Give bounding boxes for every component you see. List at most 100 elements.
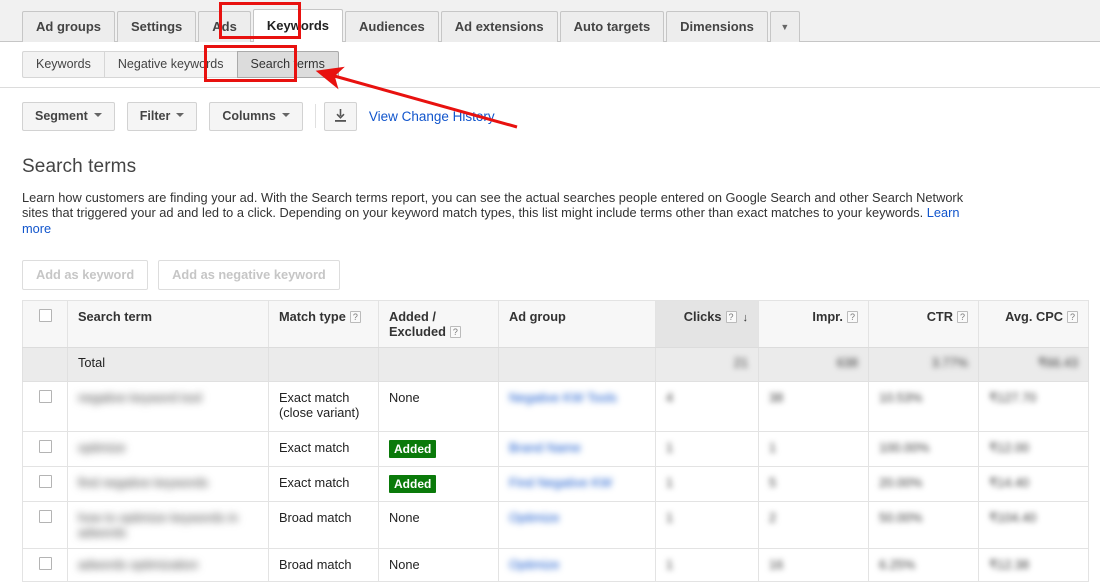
search-term-value: optimize bbox=[78, 440, 126, 456]
cell-impr: 16 bbox=[758, 548, 869, 582]
tab-dimensions[interactable]: Dimensions bbox=[666, 11, 768, 42]
total-clicks-value: 21 bbox=[733, 355, 748, 371]
row-checkbox[interactable] bbox=[38, 510, 52, 524]
tab-settings[interactable]: Settings bbox=[117, 11, 197, 42]
total-ad-group-cell bbox=[498, 347, 656, 383]
column-header-ctr[interactable]: CTR? bbox=[868, 300, 979, 349]
subtab-keywords[interactable]: Keywords bbox=[22, 51, 104, 78]
column-header-clicks[interactable]: Clicks? ↓ bbox=[655, 300, 759, 349]
columns-button[interactable]: Columns bbox=[209, 101, 303, 131]
subtab-negative-keywords[interactable]: Negative keywords bbox=[103, 51, 237, 78]
column-header-avg-cpc[interactable]: Avg. CPC? bbox=[978, 300, 1089, 349]
table-total-row: Total 21 638 3.77% ₹66.43 bbox=[22, 347, 1089, 383]
status-badge: Added bbox=[389, 475, 437, 494]
download-button[interactable] bbox=[323, 101, 357, 131]
column-header-match-type[interactable]: Match type? bbox=[268, 300, 379, 349]
add-as-negative-keyword-button[interactable]: Add as negative keyword bbox=[158, 260, 340, 291]
search-terms-table-wrap: Search term Match type? Added / Excluded… bbox=[0, 300, 1100, 582]
page-description: Learn how customers are finding your ad.… bbox=[0, 178, 1012, 236]
help-icon[interactable]: ? bbox=[1067, 311, 1078, 324]
impr-value: 1 bbox=[769, 440, 777, 456]
chevron-down-icon bbox=[93, 113, 102, 118]
table-action-bar: Add as keyword Add as negative keyword bbox=[0, 236, 1100, 300]
help-icon[interactable]: ? bbox=[725, 311, 737, 324]
ad-group-link[interactable]: Brand Name bbox=[509, 440, 581, 455]
segment-button[interactable]: Segment bbox=[22, 101, 115, 131]
cell-ctr: 20.00% bbox=[868, 466, 979, 503]
cell-ad-group: Negative KW Tools bbox=[498, 381, 656, 433]
row-checkbox[interactable] bbox=[38, 557, 52, 571]
column-header-added-excluded[interactable]: Added / Excluded? bbox=[378, 300, 499, 349]
cell-avg-cpc: ₹104.40 bbox=[978, 501, 1089, 550]
column-label: CTR bbox=[926, 309, 953, 325]
clicks-value: 1 bbox=[666, 440, 674, 456]
ad-group-link[interactable]: Find Negative KW bbox=[509, 475, 612, 490]
table-row: how to optimize keywords in adwords Broa… bbox=[22, 501, 1089, 550]
cell-added-excluded: None bbox=[378, 548, 499, 582]
cell-added-excluded: Added bbox=[378, 431, 499, 468]
cell-ad-group: Optimize bbox=[498, 501, 656, 550]
search-term-value: find negative keywords bbox=[78, 475, 209, 491]
view-change-history-link[interactable]: View Change History bbox=[369, 109, 495, 124]
cell-search-term: how to optimize keywords in adwords bbox=[67, 501, 269, 550]
select-all-checkbox[interactable] bbox=[38, 309, 52, 323]
subtab-search-terms[interactable]: Search terms bbox=[236, 51, 339, 78]
table-header-row: Search term Match type? Added / Excluded… bbox=[22, 300, 1089, 349]
report-toolbar: Segment Filter Columns View Change Histo… bbox=[0, 88, 1100, 144]
page-title: Search terms bbox=[22, 156, 137, 177]
column-header-search-term[interactable]: Search term bbox=[67, 300, 269, 349]
chevron-down-icon[interactable]: ▼ bbox=[769, 11, 800, 42]
download-icon bbox=[334, 109, 346, 122]
row-select-cell bbox=[22, 548, 68, 582]
cell-clicks: 1 bbox=[655, 501, 759, 550]
column-header-ad-group[interactable]: Ad group bbox=[498, 300, 656, 349]
tab-audiences[interactable]: Audiences bbox=[345, 11, 439, 42]
ctr-value: 10.53% bbox=[879, 390, 923, 406]
cell-match-type: Broad match bbox=[268, 501, 379, 550]
chevron-down-icon bbox=[281, 113, 290, 118]
row-checkbox[interactable] bbox=[38, 440, 52, 454]
cell-match-type: Exact match (close variant) bbox=[268, 381, 379, 433]
avg-cpc-value: ₹104.40 bbox=[989, 510, 1037, 526]
row-select-cell bbox=[22, 466, 68, 503]
cell-search-term: negative keyword tool bbox=[67, 381, 269, 433]
cell-match-type: Broad match bbox=[268, 548, 379, 582]
cell-search-term: adwords optimization bbox=[67, 548, 269, 582]
cell-ctr: 100.00% bbox=[868, 431, 979, 468]
tab-auto-targets[interactable]: Auto targets bbox=[559, 11, 665, 42]
sort-descending-icon: ↓ bbox=[742, 312, 749, 325]
tab-keywords[interactable]: Keywords bbox=[252, 9, 343, 42]
ctr-value: 100.00% bbox=[879, 440, 930, 456]
search-term-value: negative keyword tool bbox=[78, 390, 202, 406]
avg-cpc-value: ₹14.40 bbox=[989, 475, 1030, 491]
column-label: Impr. bbox=[812, 309, 843, 325]
filter-label: Filter bbox=[139, 108, 171, 123]
toolbar-divider bbox=[314, 104, 316, 128]
add-as-keyword-button[interactable]: Add as keyword bbox=[22, 260, 149, 291]
search-term-value: adwords optimization bbox=[78, 557, 199, 573]
total-added-cell bbox=[378, 347, 499, 383]
help-icon[interactable]: ? bbox=[349, 311, 361, 324]
row-checkbox[interactable] bbox=[38, 390, 52, 404]
ad-group-link[interactable]: Optimize bbox=[509, 557, 560, 572]
row-checkbox[interactable] bbox=[38, 475, 52, 489]
help-icon[interactable]: ? bbox=[957, 311, 968, 324]
ad-group-link[interactable]: Optimize bbox=[509, 510, 560, 525]
column-label: Added / Excluded bbox=[389, 309, 446, 340]
search-terms-table: Search term Match type? Added / Excluded… bbox=[22, 300, 1089, 582]
tab-ad-extensions[interactable]: Ad extensions bbox=[440, 11, 558, 42]
ad-group-link[interactable]: Negative KW Tools bbox=[509, 390, 617, 405]
tab-ad-groups[interactable]: Ad groups bbox=[22, 11, 115, 42]
avg-cpc-value: ₹12.00 bbox=[989, 440, 1030, 456]
cell-added-excluded: None bbox=[378, 501, 499, 550]
cell-ad-group: Find Negative KW bbox=[498, 466, 656, 503]
tab-ads[interactable]: Ads bbox=[198, 11, 251, 42]
total-checkbox-cell bbox=[22, 347, 68, 383]
row-select-cell bbox=[22, 431, 68, 468]
clicks-value: 4 bbox=[666, 390, 674, 406]
filter-button[interactable]: Filter bbox=[126, 101, 198, 131]
primary-tab-strip: Ad groups Settings Ads Keywords Audience… bbox=[0, 0, 1100, 42]
help-icon[interactable]: ? bbox=[449, 326, 461, 339]
help-icon[interactable]: ? bbox=[847, 311, 858, 324]
column-header-impr[interactable]: Impr.? bbox=[758, 300, 869, 349]
